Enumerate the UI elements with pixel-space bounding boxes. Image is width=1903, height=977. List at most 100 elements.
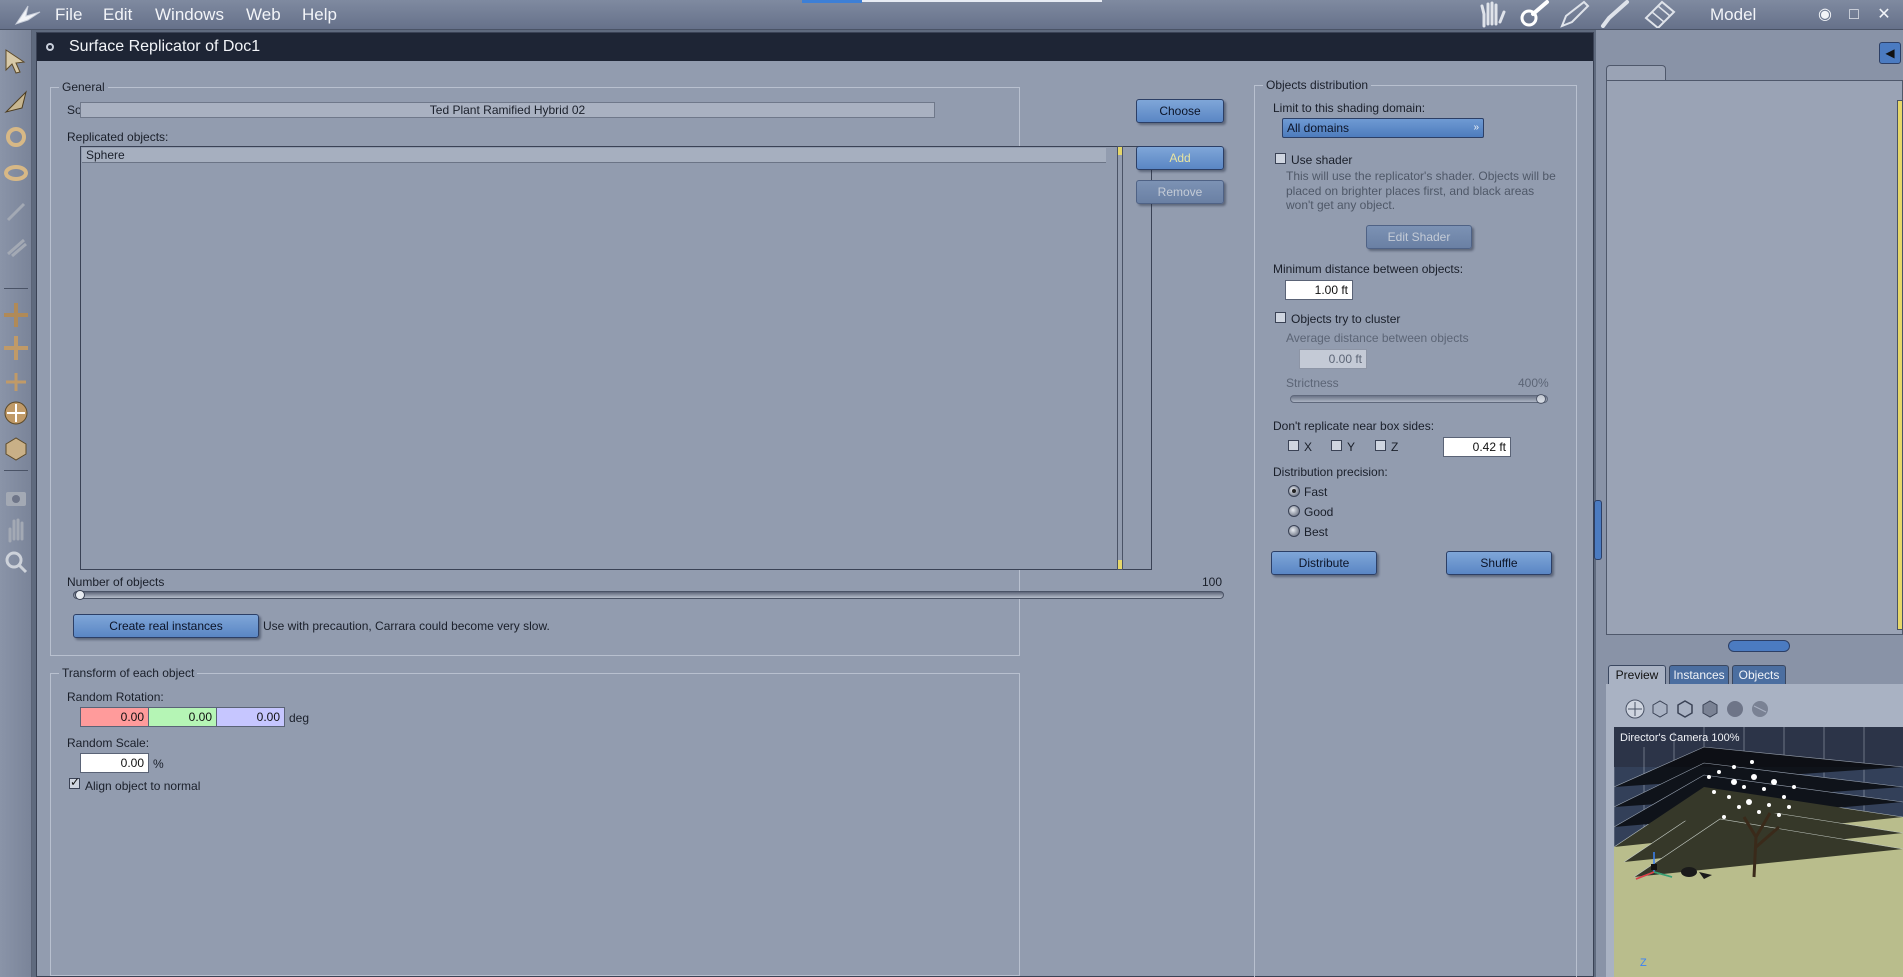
- number-of-objects-slider-thumb[interactable]: [75, 590, 85, 600]
- texture-room-icon[interactable]: [1597, 0, 1635, 28]
- replicated-objects-list[interactable]: Sphere: [80, 146, 1152, 570]
- scale-tool-icon[interactable]: [2, 196, 30, 226]
- camera-label: Director's Camera 100%: [1620, 732, 1740, 744]
- strictness-slider[interactable]: [1290, 395, 1548, 403]
- rotation-x-field[interactable]: 0.00: [80, 707, 149, 727]
- surface-replicator-dialog: Surface Replicator of Doc1 General Sourc…: [36, 32, 1594, 977]
- navigate-icon[interactable]: [1624, 698, 1646, 720]
- right-scrollbar[interactable]: [1897, 100, 1903, 630]
- general-group-label: General: [59, 80, 108, 94]
- cluster-label: Objects try to cluster: [1291, 312, 1401, 326]
- box-side-z-checkbox[interactable]: [1375, 440, 1386, 451]
- precision-good-label: Good: [1304, 505, 1334, 519]
- avg-distance-label: Average distance between objects: [1286, 331, 1469, 345]
- preview-viewport[interactable]: Director's Camera 100% Z: [1614, 727, 1903, 977]
- use-shader-label: Use shader: [1291, 153, 1353, 167]
- model-room-icon[interactable]: [1556, 0, 1594, 28]
- rotation-y-field[interactable]: 0.00: [148, 707, 217, 727]
- panel-collapse-handle[interactable]: [1594, 500, 1602, 560]
- zoom-icon[interactable]: [2, 547, 30, 577]
- precision-fast-label: Fast: [1304, 485, 1328, 499]
- precision-best-radio[interactable]: [1288, 525, 1300, 537]
- box-side-y-label: Y: [1347, 440, 1356, 454]
- min-distance-field[interactable]: 1.00 ft: [1285, 280, 1353, 300]
- shading-domain-label: Limit to this shading domain:: [1273, 101, 1426, 115]
- box-side-x-checkbox[interactable]: [1288, 440, 1299, 451]
- use-shader-hint: This will use the replicator's shader. O…: [1286, 169, 1556, 212]
- storyboard-room-icon[interactable]: [1640, 0, 1678, 28]
- strictness-slider-thumb[interactable]: [1536, 394, 1546, 404]
- list-item[interactable]: Sphere: [82, 148, 1106, 163]
- move-sphere-icon[interactable]: [2, 398, 30, 428]
- eye-icon[interactable]: ◉: [1814, 4, 1836, 26]
- rotation-z-field[interactable]: 0.00: [216, 707, 285, 727]
- selection-arrow-icon[interactable]: [2, 46, 30, 76]
- random-scale-label: Random Scale:: [67, 736, 150, 750]
- replicated-objects-label: Replicated objects:: [67, 130, 169, 144]
- precision-fast-radio[interactable]: [1288, 485, 1300, 497]
- dialog-title-bar[interactable]: Surface Replicator of Doc1: [37, 33, 1593, 61]
- tab-preview[interactable]: Preview: [1608, 665, 1666, 685]
- number-of-objects-slider[interactable]: [73, 591, 1224, 599]
- hand-room-icon[interactable]: [1474, 0, 1512, 28]
- close-icon[interactable]: ✕: [1873, 4, 1895, 26]
- precision-label: Distribution precision:: [1273, 465, 1388, 479]
- dialog-title: Surface Replicator of Doc1: [69, 38, 261, 55]
- textured-sphere-icon[interactable]: [1749, 698, 1771, 720]
- hand-pan-icon[interactable]: [2, 515, 30, 545]
- tab-objects[interactable]: Objects: [1732, 665, 1786, 685]
- box-distance-field[interactable]: 0.42 ft: [1443, 437, 1511, 457]
- tab-instances[interactable]: Instances: [1669, 665, 1729, 685]
- distribution-group-label: Objects distribution: [1263, 78, 1372, 92]
- rotate-icon[interactable]: [2, 122, 30, 152]
- panel-arrow-button[interactable]: ◀: [1879, 42, 1901, 64]
- progress-strip: [802, 0, 862, 3]
- move-xy-icon[interactable]: [2, 300, 30, 330]
- assemble-room-icon[interactable]: [1515, 0, 1553, 28]
- align-to-normal-checkbox[interactable]: [69, 775, 80, 789]
- box-side-z-label: Z: [1391, 440, 1399, 454]
- maximize-icon[interactable]: □: [1843, 4, 1865, 26]
- source-object-value: Ted Plant Ramified Hybrid 02: [429, 103, 586, 117]
- shuffle-button[interactable]: Shuffle: [1446, 551, 1552, 575]
- arrow-3d-icon[interactable]: [2, 86, 30, 116]
- menu-web[interactable]: Web: [246, 5, 281, 25]
- edit-shader-button[interactable]: Edit Shader: [1366, 225, 1472, 249]
- menu-windows[interactable]: Windows: [155, 5, 224, 25]
- distribute-button[interactable]: Distribute: [1271, 551, 1377, 575]
- list-scrollbar-thumb[interactable]: [1118, 155, 1122, 560]
- camera-icon[interactable]: [2, 482, 30, 512]
- move-xz-icon[interactable]: [2, 333, 30, 363]
- move-yz-icon[interactable]: [2, 367, 30, 397]
- cluster-checkbox[interactable]: [1275, 312, 1286, 323]
- twist-icon[interactable]: [2, 158, 30, 188]
- source-object-field[interactable]: Ted Plant Ramified Hybrid 02: [80, 102, 935, 118]
- menu-file[interactable]: File: [55, 5, 82, 25]
- preview-scene: [1614, 727, 1903, 977]
- link-tool-icon[interactable]: [2, 232, 30, 262]
- random-scale-field[interactable]: 0.00: [80, 753, 149, 773]
- avg-distance-field[interactable]: 0.00 ft: [1299, 349, 1367, 369]
- menu-help[interactable]: Help: [302, 5, 337, 25]
- menu-edit[interactable]: Edit: [103, 5, 132, 25]
- box-cube-icon[interactable]: [1674, 698, 1696, 720]
- shaded-cube-icon[interactable]: [1699, 698, 1721, 720]
- carrara-logo-icon[interactable]: [12, 2, 44, 28]
- remove-button[interactable]: Remove: [1136, 180, 1224, 204]
- title-bullet-icon: [46, 43, 54, 51]
- splitter-handle[interactable]: [1728, 640, 1790, 652]
- precision-best-label: Best: [1304, 525, 1329, 539]
- shading-domain-value: All domains: [1287, 121, 1350, 135]
- axis-z-label: Z: [1640, 957, 1647, 969]
- precision-good-radio[interactable]: [1288, 505, 1300, 517]
- choose-button[interactable]: Choose: [1136, 99, 1224, 123]
- shaded-sphere-icon[interactable]: [1724, 698, 1746, 720]
- create-real-instances-button[interactable]: Create real instances: [73, 614, 259, 638]
- use-shader-checkbox[interactable]: [1275, 153, 1286, 164]
- transform-group-label: Transform of each object: [59, 666, 198, 680]
- add-button[interactable]: Add: [1136, 146, 1224, 170]
- box-side-y-checkbox[interactable]: [1331, 440, 1342, 451]
- box-tool-icon[interactable]: [2, 432, 30, 462]
- wireframe-cube-icon[interactable]: [1649, 698, 1671, 720]
- shading-domain-select[interactable]: All domains »: [1282, 118, 1484, 138]
